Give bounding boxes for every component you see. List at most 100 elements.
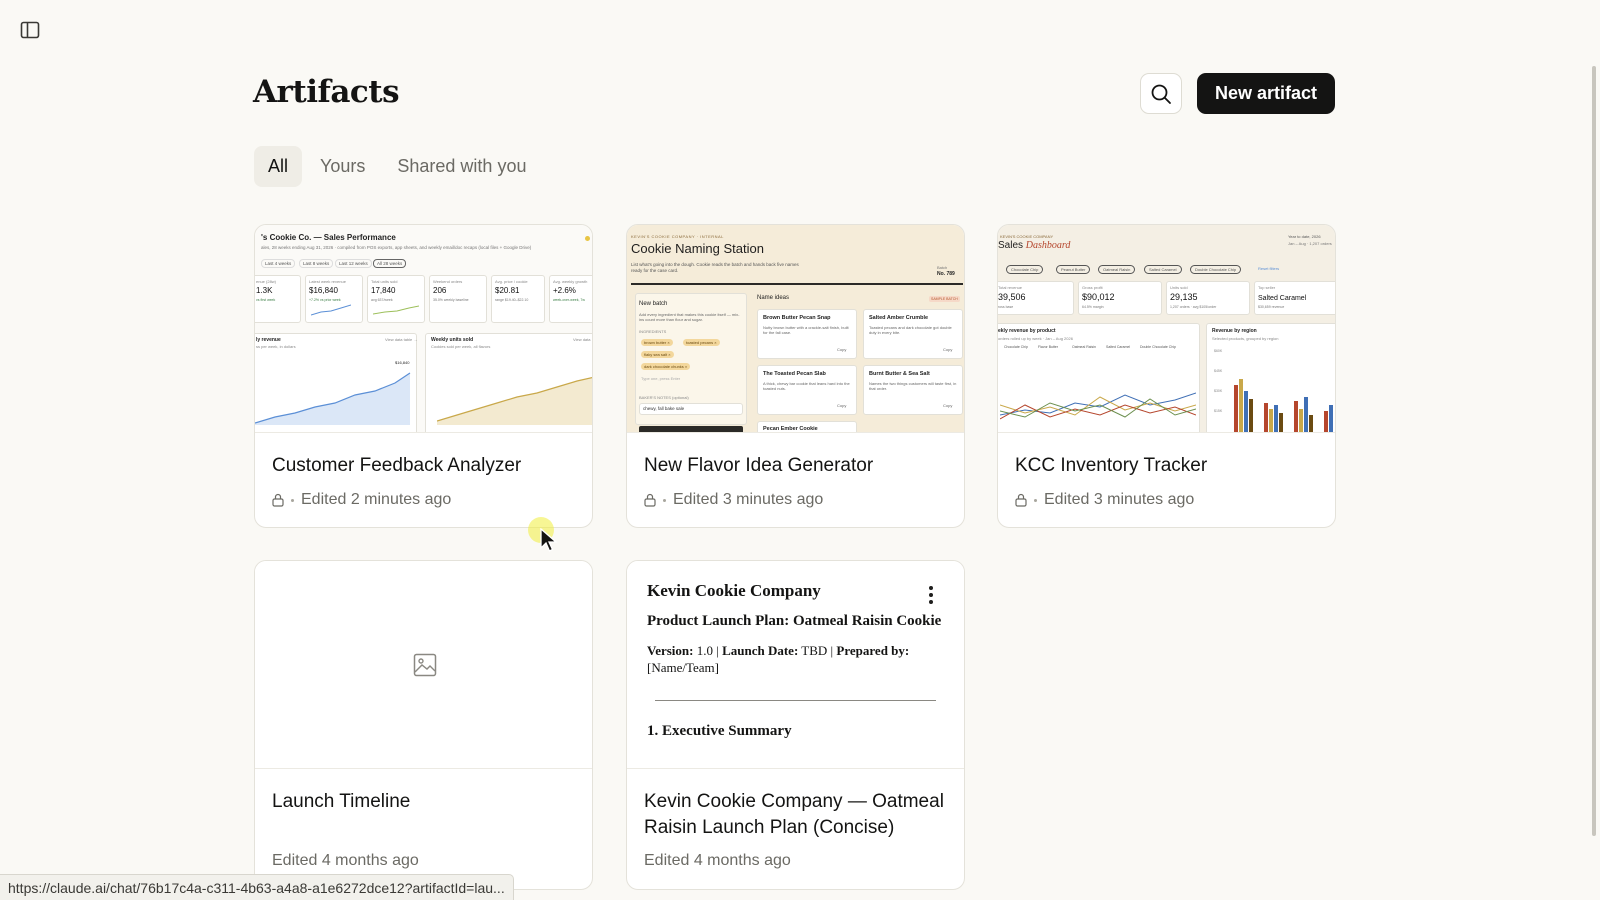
version-value: 1.0: [696, 643, 713, 658]
product-chip: Double Chocolate Chip: [1190, 265, 1242, 274]
stat-value: 17,840: [371, 286, 396, 295]
artifact-card-launch-timeline[interactable]: Launch Timeline Edited 4 months ago: [254, 560, 593, 890]
doc-meta: Version: 1.0 | Launch Date: TBD | Prepar…: [647, 643, 910, 675]
idea-desc: Names the two things customers will tast…: [869, 381, 957, 391]
stat-label: Total units sold: [371, 279, 398, 284]
prepared-value: [Name/Team]: [647, 660, 719, 675]
sidebar-toggle-button[interactable]: [20, 21, 42, 41]
page-title: Artifacts: [253, 74, 400, 110]
artifact-title: Launch Timeline: [272, 791, 411, 812]
artifact-card-customer-feedback-analyzer[interactable]: 's Cookie Co. — Sales Performance ales, …: [254, 224, 593, 528]
divider: [631, 283, 963, 285]
edited-time: Edited 2 minutes ago: [301, 491, 452, 508]
artifact-preview: KEVIN'S COOKIE COMPANY · INTERNAL Cookie…: [627, 225, 964, 433]
new-artifact-button[interactable]: New artifact: [1197, 73, 1335, 114]
chart-link: View data table →: [385, 337, 418, 342]
batch-number: No. 789: [937, 271, 955, 277]
copy-label: Copy: [943, 347, 953, 352]
copy-label: Copy: [837, 403, 847, 408]
legend-item: Oatmeal Raisin: [1072, 345, 1096, 349]
stat-label: Avg. price / cookie: [495, 279, 528, 284]
chart-link: View data: [573, 337, 591, 342]
doc-divider: [655, 700, 936, 701]
more-icon: [929, 586, 933, 590]
copy-label: Copy: [837, 347, 847, 352]
edited-time: Edited 4 months ago: [272, 852, 419, 869]
artifact-title: Kevin Cookie Company — Oatmeal Raisin La…: [644, 791, 944, 838]
idea-desc: Nutty brown butter with a crackle-salt f…: [763, 325, 849, 335]
y-tick: $30K: [1214, 389, 1223, 393]
reset-filters-link: Reset filters: [1258, 266, 1280, 271]
launch-value: TBD: [801, 643, 828, 658]
idea-name: Pecan Ember Cookie: [763, 426, 818, 432]
batch-label: Batch: [937, 265, 948, 270]
artifact-preview: KEVIN'S COOKIE COMPANY Sales Dashboard Y…: [998, 225, 1335, 433]
artifact-preview: 's Cookie Co. — Sales Performance ales, …: [255, 225, 592, 433]
product-chip: Peanut Butter: [1056, 265, 1091, 274]
stat-value: $16,840: [309, 286, 338, 295]
stat-value: 29,135: [1170, 292, 1198, 302]
preview-eyebrow: KEVIN'S COOKIE COMPANY · INTERNAL: [631, 234, 724, 239]
separator-dot: [291, 498, 294, 502]
field-label: BAKER'S NOTES (optional): [639, 395, 689, 400]
idea-name: Brown Butter Pecan Snap: [763, 315, 831, 321]
more-options-button[interactable]: [921, 583, 941, 607]
grouped-bar-chart: [1234, 379, 1333, 432]
stat-note: 64.5% margin: [1082, 305, 1104, 309]
lock-icon: [272, 493, 284, 507]
ingredient-chip: brown butter ×: [641, 339, 673, 346]
stat-label: Gross profit: [1082, 285, 1103, 290]
heading-accent: Dashboard: [1025, 240, 1071, 251]
artifact-meta: Edited 4 months ago: [272, 852, 419, 870]
tab-shared-with-you[interactable]: Shared with you: [383, 146, 540, 187]
status-dot: [585, 236, 590, 241]
preview-subheading: ales, 28 weeks ending Aug 31, 2026 · com…: [261, 245, 532, 250]
heading-plain: Sales: [998, 240, 1026, 251]
version-label: Version:: [647, 643, 694, 658]
name-ideas-title: Name ideas: [757, 295, 790, 301]
prepared-label: Prepared by:: [836, 643, 910, 658]
artifact-meta: Edited 3 minutes ago: [644, 491, 823, 509]
filter-chip: Last 4 weeks: [261, 259, 296, 268]
panel-title: New batch: [639, 301, 668, 307]
tab-all[interactable]: All: [254, 146, 303, 187]
more-icon: [929, 593, 933, 597]
page-scrollbar[interactable]: [1592, 66, 1596, 836]
legend-item: Salted Caramel: [1106, 345, 1131, 349]
sparkline: [373, 305, 419, 315]
artifact-card-kcc-inventory-tracker[interactable]: KEVIN'S COOKIE COMPANY Sales Dashboard Y…: [997, 224, 1336, 528]
stat-label: Latest week revenue: [309, 279, 346, 284]
ingredient-chip: flaky sea salt ×: [641, 351, 674, 358]
preview-subheading: List what's going into the dough. Cookie…: [631, 262, 799, 273]
search-button[interactable]: [1140, 73, 1182, 114]
chart-title: Weekly units sold: [431, 337, 474, 343]
chart-subtitle: ss per week, in dollars: [256, 344, 296, 349]
tab-yours[interactable]: Yours: [306, 146, 379, 187]
doc-title: Product Launch Plan: Oatmeal Raisin Cook…: [647, 613, 942, 629]
stat-label: Avg. weekly growth: [553, 279, 588, 284]
ingredient-chip: toasted pecans ×: [683, 339, 720, 346]
stat-value: $90,012: [1082, 292, 1115, 302]
stat-note: 1,207 orders · avg $105/order: [1170, 305, 1217, 309]
copy-label: Copy: [943, 403, 953, 408]
stat-note: 35.0% weekly baseline: [433, 298, 469, 302]
artifact-preview: Kevin Cookie Company Product Launch Plan…: [627, 561, 964, 769]
stat-note: week-over-week, 7w: [553, 298, 585, 302]
stat-label: enue (28w): [256, 279, 277, 284]
doc-section-heading: 1. Executive Summary: [647, 723, 792, 739]
edited-time: Edited 4 months ago: [644, 852, 791, 869]
filter-chip: All 28 weeks: [373, 259, 407, 268]
lock-icon: [644, 493, 656, 507]
document-preview: Kevin Cookie Company Product Launch Plan…: [627, 561, 964, 740]
panel-desc: Add every ingredient that makes this coo…: [639, 312, 740, 322]
artifact-card-new-flavor-idea-generator[interactable]: KEVIN'S COOKIE COMPANY · INTERNAL Cookie…: [626, 224, 965, 528]
stat-value: 39,506: [998, 292, 1026, 302]
revenue-area-chart: [255, 372, 411, 425]
artifact-card-oatmeal-raisin-launch-plan[interactable]: Kevin Cookie Company Product Launch Plan…: [626, 560, 965, 890]
stat-note: avg 637/week: [371, 298, 393, 302]
legend-item: Double Chocolate Chip: [1140, 345, 1176, 349]
y-tick: $15K: [1214, 409, 1223, 413]
preview-heading: 's Cookie Co. — Sales Performance: [261, 233, 396, 242]
launch-label: Launch Date:: [722, 643, 799, 658]
date-sub: Jan – Aug · 1,207 orders: [1288, 241, 1332, 246]
